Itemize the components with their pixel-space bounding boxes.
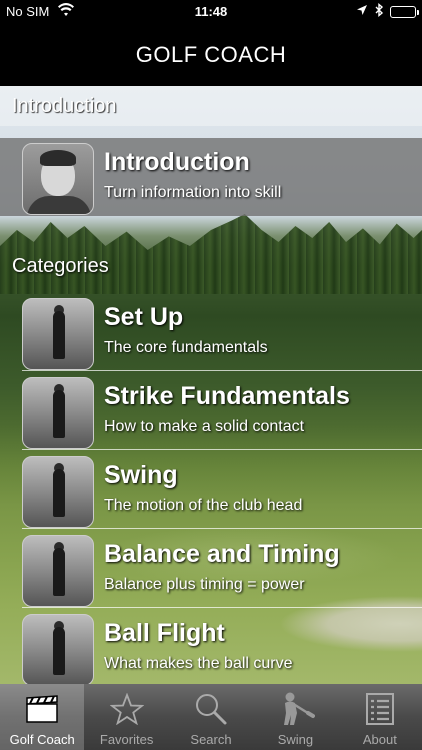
list-item-introduction[interactable]: Introduction Turn information into skill — [0, 138, 422, 216]
strike-fundamentals-thumbnail — [22, 377, 94, 449]
list-item-strike-fundamentals[interactable]: Strike Fundamentals How to make a solid … — [0, 372, 422, 450]
list-item-subtitle: How to make a solid contact — [104, 418, 305, 435]
tab-label: About — [362, 732, 397, 747]
main-content[interactable]: Introduction Introduction Turn informati… — [0, 86, 422, 684]
tab-favorites[interactable]: Favorites — [84, 684, 168, 750]
list-item-title: Swing — [104, 461, 178, 489]
row-divider — [22, 449, 422, 450]
list-item-subtitle: Balance plus timing = power — [104, 576, 305, 593]
swing-thumbnail — [22, 456, 94, 528]
tab-label: Swing — [277, 732, 314, 747]
row-divider — [22, 370, 422, 371]
list-item-ball-flight[interactable]: Ball Flight What makes the ball curve — [0, 609, 422, 684]
search-icon — [191, 690, 231, 728]
list-item-title: Set Up — [104, 303, 184, 331]
list-item-swing[interactable]: Swing The motion of the club head — [0, 451, 422, 529]
page-title: GOLF COACH — [135, 42, 287, 67]
star-icon — [107, 690, 147, 728]
location-arrow-icon — [356, 4, 368, 19]
status-bar: No SIM 11:48 — [0, 0, 422, 24]
nav-bar: GOLF COACH — [0, 24, 422, 86]
list-item-subtitle: The core fundamentals — [104, 339, 268, 356]
tab-label: Search — [190, 732, 232, 747]
tab-bar: Golf Coach Favorites Search Swing About — [0, 684, 422, 750]
list-item-title: Strike Fundamentals — [104, 382, 350, 410]
section-header-categories: Categories — [0, 246, 422, 286]
bluetooth-icon — [374, 3, 384, 20]
tab-label: Favorites — [99, 732, 154, 747]
list-icon — [360, 690, 400, 728]
list-item-subtitle: The motion of the club head — [104, 497, 303, 514]
tab-search[interactable]: Search — [169, 684, 253, 750]
list-item-balance-and-timing[interactable]: Balance and Timing Balance plus timing =… — [0, 530, 422, 608]
ball-flight-thumbnail — [22, 614, 94, 684]
clapperboard-icon — [22, 690, 62, 728]
row-divider — [22, 607, 422, 608]
balance-and-timing-thumbnail — [22, 535, 94, 607]
coach-portrait-thumbnail — [22, 143, 94, 215]
battery-icon — [390, 5, 419, 18]
tab-about[interactable]: About — [338, 684, 422, 750]
section-header-introduction: Introduction — [0, 86, 422, 126]
list-item-set-up[interactable]: Set Up The core fundamentals — [0, 293, 422, 371]
tab-label: Golf Coach — [9, 732, 75, 747]
tab-golf-coach[interactable]: Golf Coach — [0, 684, 85, 750]
list-item-title: Balance and Timing — [104, 540, 340, 568]
list-item-subtitle: What makes the ball curve — [104, 655, 293, 672]
list-item-title: Introduction — [104, 148, 250, 176]
row-divider — [22, 528, 422, 529]
set-up-thumbnail — [22, 298, 94, 370]
list-item-title: Ball Flight — [104, 619, 225, 647]
list-item-subtitle: Turn information into skill — [104, 184, 282, 201]
golfer-icon — [275, 690, 316, 728]
section-header-label: Categories — [12, 254, 109, 277]
section-header-label: Introduction — [12, 94, 117, 117]
tab-swing[interactable]: Swing — [253, 684, 337, 750]
